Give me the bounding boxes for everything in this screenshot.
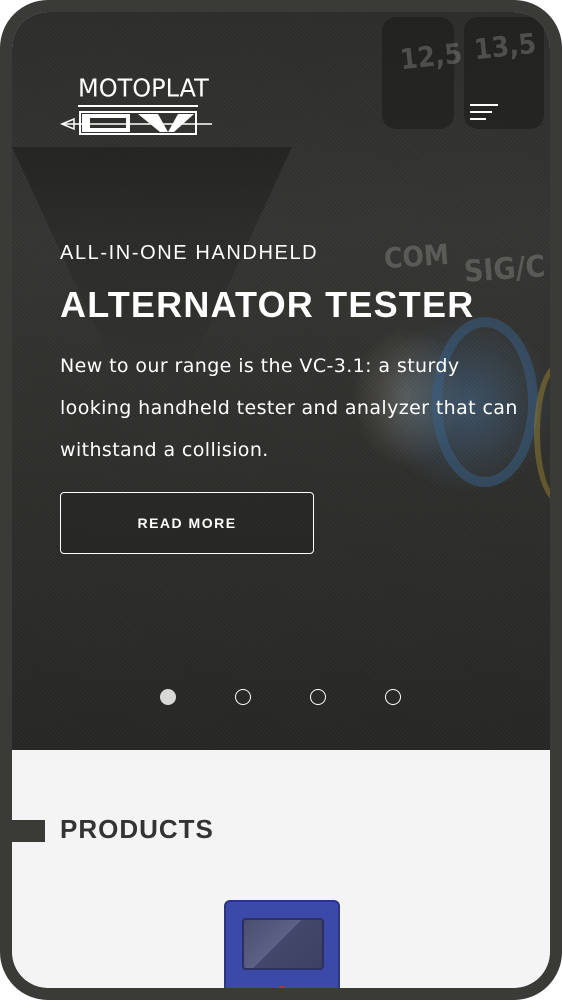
background-label: 12,5 [398, 36, 464, 77]
background-label: SIG/C [462, 249, 547, 290]
slider-pagination [160, 689, 410, 709]
logo-cv-mark [60, 105, 212, 135]
hero-title: ALTERNATOR TESTER [60, 284, 475, 325]
hamburger-menu-icon[interactable] [470, 104, 506, 128]
motoplat-cv-logo[interactable]: MOTOPLAT [60, 73, 220, 146]
background-label: COM [382, 237, 451, 276]
products-heading: PRODUCTS [60, 814, 214, 844]
products-section: PRODUCTS [12, 750, 550, 988]
slider-dot-4[interactable] [385, 689, 401, 705]
screen: 12,5 13,5 COM SIG/C MOTOPLAT ALL-IN-ONE … [12, 12, 550, 988]
slider-dot-3[interactable] [310, 689, 326, 705]
background-label: 13,5 [472, 26, 538, 67]
slider-dot-2[interactable] [235, 689, 251, 705]
product-device-button [276, 986, 288, 988]
section-accent-bar [12, 820, 45, 842]
product-image[interactable] [224, 900, 340, 988]
read-more-button[interactable]: READ MORE [60, 492, 314, 554]
product-device-screen [242, 918, 324, 970]
hero-eyebrow: ALL-IN-ONE HANDHELD [60, 242, 319, 264]
slider-dot-1[interactable] [160, 689, 176, 705]
hero-description: New to our range is the VC-3.1: a sturdy… [60, 355, 518, 461]
hero-slider: 12,5 13,5 COM SIG/C MOTOPLAT ALL-IN-ONE … [12, 12, 550, 750]
device-frame: 12,5 13,5 COM SIG/C MOTOPLAT ALL-IN-ONE … [0, 0, 562, 1000]
